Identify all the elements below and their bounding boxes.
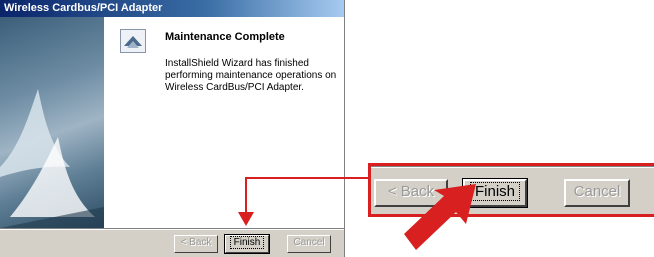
finish-pointer-arrowhead (238, 212, 254, 226)
arrow-icon (404, 184, 476, 250)
annotation-overlay (238, 177, 476, 250)
callout-connector-line (245, 177, 368, 212)
